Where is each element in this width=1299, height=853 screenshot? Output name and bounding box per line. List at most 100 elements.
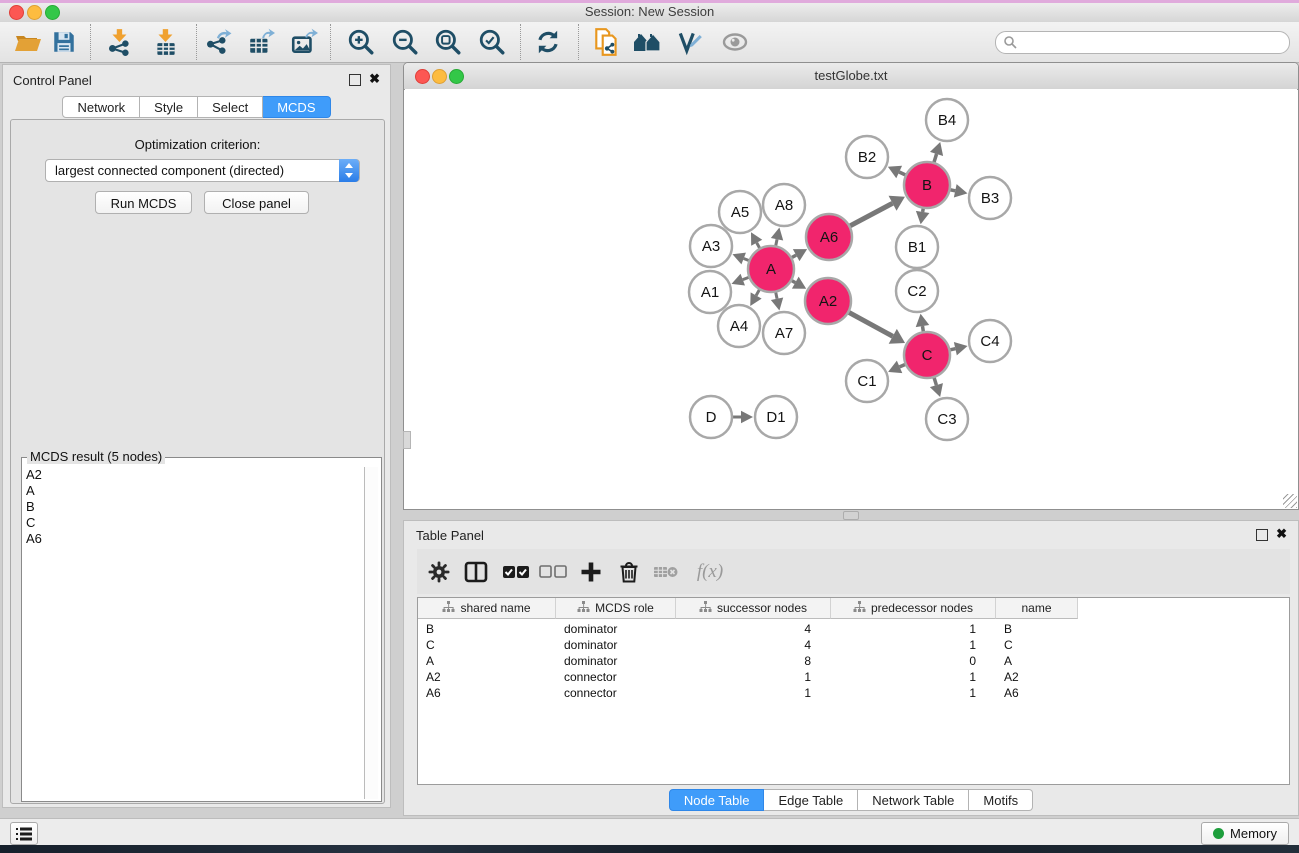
open-session-icon[interactable]: [13, 27, 43, 57]
graph-edge[interactable]: [846, 311, 892, 336]
toolbar-separator: [578, 24, 579, 60]
table-cell[interactable]: 1: [831, 638, 976, 652]
result-item[interactable]: B: [24, 499, 363, 515]
column-header-name[interactable]: name: [996, 598, 1078, 619]
table-float-icon[interactable]: [1256, 529, 1268, 541]
tab-network[interactable]: Network: [62, 96, 140, 118]
table-toolbar: f(x): [417, 549, 1290, 594]
memory-button[interactable]: Memory: [1201, 822, 1289, 845]
main-toolbar: [0, 22, 1299, 63]
table-cell[interactable]: A2: [426, 670, 441, 684]
export-network-icon[interactable]: [203, 27, 233, 57]
column-header-successor-nodes[interactable]: successor nodes: [676, 598, 831, 619]
graph-node-label: A4: [730, 318, 748, 335]
table-cell[interactable]: 1: [831, 670, 976, 684]
tab-motifs[interactable]: Motifs: [969, 789, 1033, 811]
result-list-scrollbar[interactable]: [364, 467, 378, 799]
tab-node-table[interactable]: Node Table: [669, 789, 765, 811]
delete-table-icon[interactable]: [651, 557, 681, 587]
table-cell[interactable]: dominator: [564, 638, 617, 652]
table-cell[interactable]: 1: [676, 670, 811, 684]
node-table[interactable]: shared nameMCDS rolesuccessor nodesprede…: [417, 597, 1290, 785]
toolbar-separator: [330, 24, 331, 60]
annotation-pen-icon[interactable]: [675, 27, 705, 57]
tab-network-table[interactable]: Network Table: [858, 789, 969, 811]
result-item[interactable]: A: [24, 483, 363, 499]
mcds-result-list[interactable]: A2ABCA6: [24, 467, 363, 799]
table-row[interactable]: Adominator 8 0 A: [418, 653, 1289, 669]
select-all-icon[interactable]: [501, 557, 531, 587]
close-panel-icon[interactable]: ✖: [369, 72, 380, 85]
result-item[interactable]: A6: [24, 531, 363, 547]
refresh-icon[interactable]: [533, 27, 563, 57]
zoom-in-icon[interactable]: [346, 27, 376, 57]
tab-style[interactable]: Style: [140, 96, 198, 118]
table-cell[interactable]: C: [1004, 638, 1013, 652]
table-cell[interactable]: dominator: [564, 654, 617, 668]
table-row[interactable]: Cdominator 4 1 C: [418, 637, 1289, 653]
result-item[interactable]: C: [24, 515, 363, 531]
table-cell[interactable]: A6: [426, 686, 441, 700]
close-panel-button[interactable]: Close panel: [204, 191, 309, 214]
search-input[interactable]: [995, 31, 1290, 54]
import-network-icon[interactable]: [105, 27, 135, 57]
home-icon[interactable]: [632, 27, 662, 57]
table-cell[interactable]: 0: [831, 654, 976, 668]
table-close-icon[interactable]: ✖: [1276, 527, 1287, 540]
deselect-all-icon[interactable]: [538, 557, 568, 587]
table-cell[interactable]: A: [1004, 654, 1012, 668]
table-cell[interactable]: B: [1004, 622, 1012, 636]
column-header-MCDS-role[interactable]: MCDS role: [556, 598, 676, 619]
delete-column-trash-icon[interactable]: [614, 557, 644, 587]
table-cell[interactable]: connector: [564, 670, 617, 684]
clone-network-icon[interactable]: [592, 27, 622, 57]
table-cell[interactable]: A6: [1004, 686, 1019, 700]
function-builder-icon[interactable]: f(x): [689, 557, 731, 587]
optimization-criterion-select[interactable]: largest connected component (directed): [45, 159, 360, 182]
table-cell[interactable]: 1: [831, 622, 976, 636]
table-cell[interactable]: 4: [676, 638, 811, 652]
network-canvas[interactable]: B4B2BB3A5A8A6A3B1AA1C2A2A4A7C4CC1C3DD1: [405, 89, 1297, 508]
tab-edge-table[interactable]: Edge Table: [764, 789, 858, 811]
zoom-fit-icon[interactable]: [433, 27, 463, 57]
column-header-shared-name[interactable]: shared name: [418, 598, 556, 619]
table-cell[interactable]: 8: [676, 654, 811, 668]
network-graph[interactable]: B4B2BB3A5A8A6A3B1AA1C2A2A4A7C4CC1C3DD1: [405, 89, 1297, 508]
result-item[interactable]: A2: [24, 467, 363, 483]
table-cell[interactable]: dominator: [564, 622, 617, 636]
tab-select[interactable]: Select: [198, 96, 263, 118]
show-column-icon[interactable]: [461, 557, 491, 587]
column-header-predecessor-nodes[interactable]: predecessor nodes: [831, 598, 996, 619]
table-cell[interactable]: 4: [676, 622, 811, 636]
table-cell[interactable]: A2: [1004, 670, 1019, 684]
export-image-icon[interactable]: [289, 27, 319, 57]
float-panel-icon[interactable]: [349, 74, 361, 86]
table-row[interactable]: A6 connector 1 1 A6: [418, 685, 1289, 701]
export-table-icon[interactable]: [246, 27, 276, 57]
add-column-icon[interactable]: [576, 557, 606, 587]
zoom-out-icon[interactable]: [390, 27, 420, 57]
table-cell[interactable]: C: [426, 638, 435, 652]
task-history-button[interactable]: [10, 822, 38, 845]
tab-mcds[interactable]: MCDS: [263, 96, 330, 118]
save-session-icon[interactable]: [49, 27, 79, 57]
graph-edge[interactable]: [848, 203, 893, 227]
table-row[interactable]: A2 connector 1 1 A2: [418, 669, 1289, 685]
table-cell[interactable]: 1: [676, 686, 811, 700]
eye-icon[interactable]: [720, 27, 750, 57]
window-edge-handle[interactable]: [403, 431, 411, 449]
network-window-titlebar[interactable]: testGlobe.txt: [404, 63, 1298, 90]
splitter-handle[interactable]: [843, 511, 859, 520]
fx-label: f(x): [697, 561, 723, 583]
zoom-selected-icon[interactable]: [477, 27, 507, 57]
table-row[interactable]: Bdominator 4 1 B: [418, 621, 1289, 637]
table-cell[interactable]: B: [426, 622, 434, 636]
table-cell[interactable]: A: [426, 654, 434, 668]
import-table-icon[interactable]: [151, 27, 181, 57]
session-title: Session: New Session: [0, 4, 1299, 19]
column-settings-gear-icon[interactable]: [424, 557, 454, 587]
table-cell[interactable]: connector: [564, 686, 617, 700]
window-resize-grip[interactable]: [1283, 494, 1297, 508]
table-cell[interactable]: 1: [831, 686, 976, 700]
run-mcds-button[interactable]: Run MCDS: [95, 191, 192, 214]
